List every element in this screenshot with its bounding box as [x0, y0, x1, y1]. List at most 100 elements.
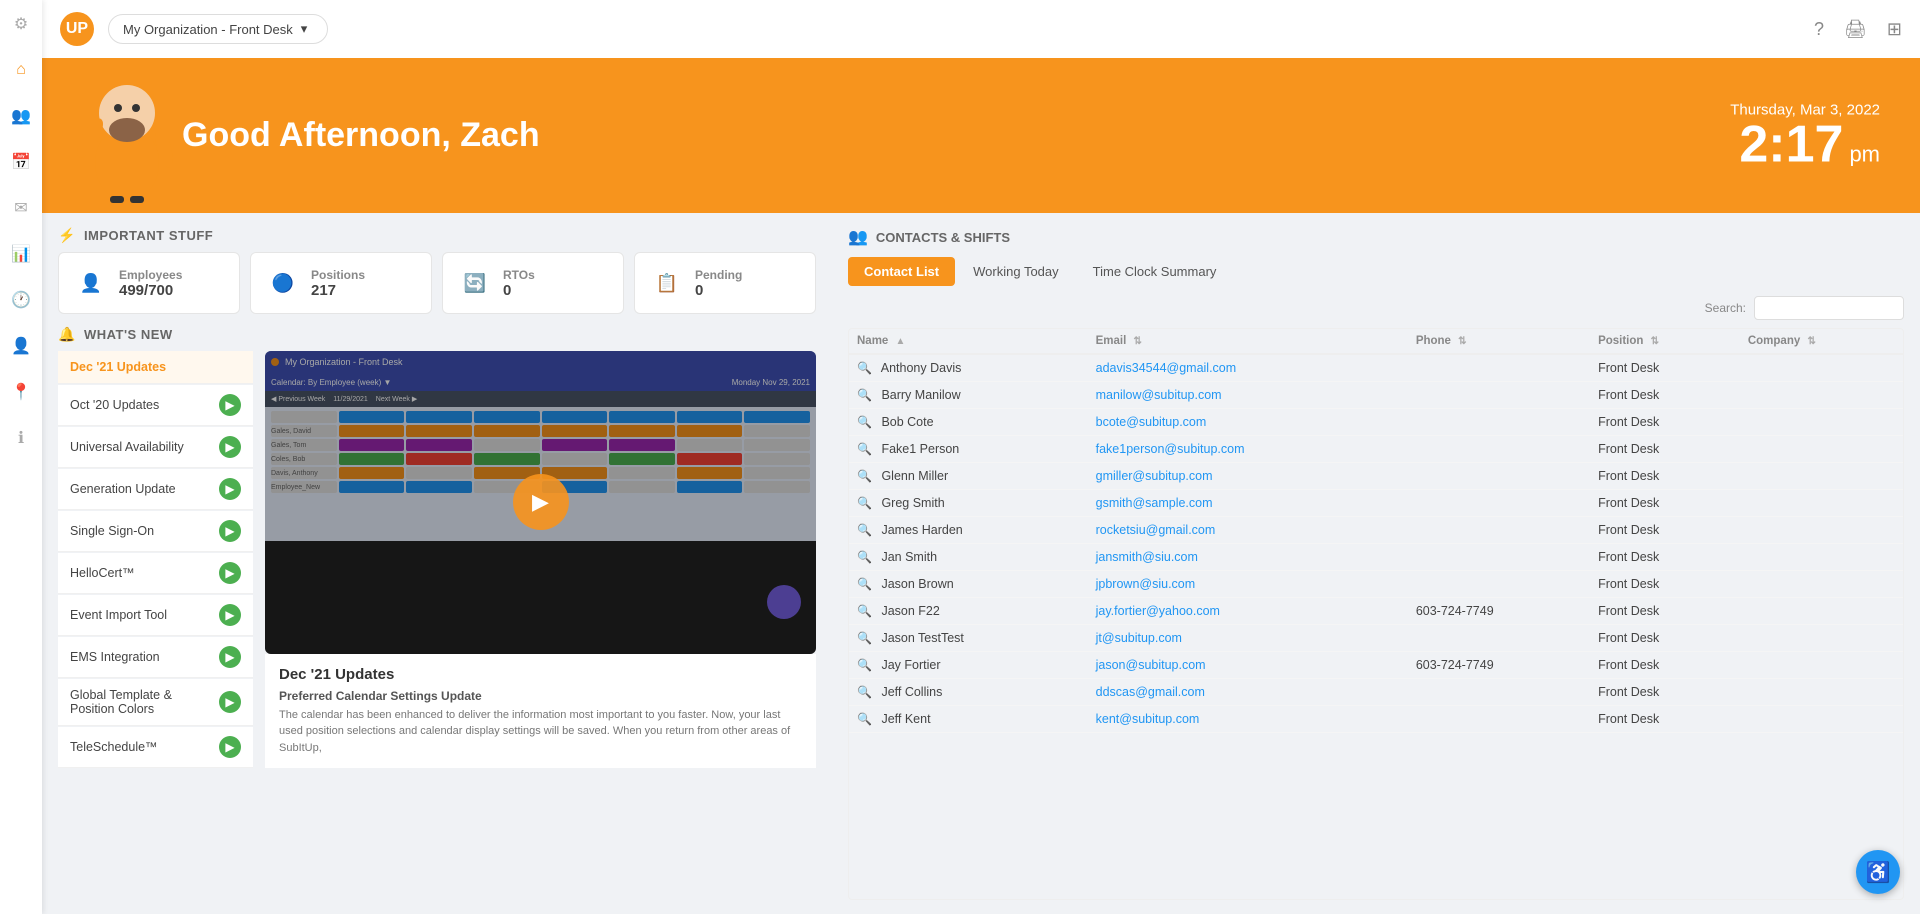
news-item-ems[interactable]: EMS Integration ▶: [58, 637, 253, 678]
contact-position: Front Desk: [1590, 409, 1740, 436]
sidebar-item-calendar[interactable]: 📅: [7, 148, 35, 176]
sidebar-item-settings[interactable]: ⚙: [7, 10, 35, 38]
sidebar-item-clock[interactable]: 🕐: [7, 286, 35, 314]
sidebar-item-mail[interactable]: ✉: [7, 194, 35, 222]
tab-working-today[interactable]: Working Today: [957, 257, 1075, 286]
sidebar-item-location[interactable]: 📍: [7, 378, 35, 406]
print-icon[interactable]: 🖨: [1844, 19, 1867, 40]
video-subtitle: Preferred Calendar Settings Update: [279, 689, 802, 703]
contact-email[interactable]: fake1person@subitup.com: [1096, 442, 1245, 456]
search-icon: 🔍: [857, 388, 872, 402]
news-video-area: My Organization - Front Desk Calendar: B…: [265, 351, 816, 768]
arrow-button[interactable]: ▶: [219, 562, 241, 584]
contact-phone: [1408, 436, 1590, 463]
contact-name: Fake1 Person: [881, 442, 959, 456]
contact-email[interactable]: manilow@subitup.com: [1096, 388, 1222, 402]
play-button[interactable]: ▶: [513, 474, 569, 530]
org-name: My Organization - Front Desk: [123, 22, 293, 37]
employees-label: Employees: [119, 268, 182, 282]
news-item-tele[interactable]: TeleSchedule™ ▶: [58, 727, 253, 768]
contact-email[interactable]: jansmith@siu.com: [1096, 550, 1198, 564]
contact-position: Front Desk: [1590, 679, 1740, 706]
arrow-button[interactable]: ▶: [219, 646, 241, 668]
col-name[interactable]: Name ▲: [849, 329, 1088, 354]
col-company[interactable]: Company ⇅: [1740, 329, 1903, 354]
contact-email[interactable]: jason@subitup.com: [1096, 658, 1206, 672]
news-item-generation[interactable]: Generation Update ▶: [58, 469, 253, 510]
news-item-hellocert[interactable]: HelloCert™ ▶: [58, 553, 253, 594]
stats-row: 👤 Employees 499/700 🔵 Positions 217: [58, 252, 816, 314]
hero-text: Good Afternoon, Zach: [182, 116, 1890, 155]
search-row: Search:: [848, 296, 1904, 320]
arrow-button[interactable]: ▶: [219, 478, 241, 500]
arrow-button[interactable]: ▶: [219, 520, 241, 542]
right-panel: 👥 CONTACTS & SHIFTS Contact List Working…: [832, 213, 1920, 914]
search-icon: 🔍: [857, 658, 872, 672]
col-phone[interactable]: Phone ⇅: [1408, 329, 1590, 354]
positions-icon: 🔵: [265, 265, 301, 301]
grid-icon[interactable]: ⊞: [1887, 19, 1902, 40]
contact-email[interactable]: jt@subitup.com: [1096, 631, 1182, 645]
topbar: UP My Organization - Front Desk ▾ ? 🖨 ⊞: [42, 0, 1920, 58]
contacts-icon: 👥: [848, 227, 868, 247]
contact-email[interactable]: kent@subitup.com: [1096, 712, 1200, 726]
hero-greeting: Good Afternoon, Zach: [182, 116, 1890, 155]
sort-icon: ⇅: [1807, 336, 1815, 347]
contact-table-body: 🔍 Anthony Davis adavis34544@gmail.com Fr…: [849, 354, 1903, 733]
news-item-sso[interactable]: Single Sign-On ▶: [58, 511, 253, 552]
whats-new-content: Dec '21 Updates Oct '20 Updates ▶ Univer…: [58, 351, 816, 768]
arrow-button[interactable]: ▶: [219, 604, 241, 626]
contact-email[interactable]: adavis34544@gmail.com: [1096, 361, 1237, 375]
contact-phone: [1408, 625, 1590, 652]
contact-position: Front Desk: [1590, 517, 1740, 544]
video-content: Dec '21 Updates Preferred Calendar Setti…: [265, 654, 816, 769]
news-item-label: Global Template & Position Colors: [70, 688, 219, 716]
col-position[interactable]: Position ⇅: [1590, 329, 1740, 354]
news-item-label: Single Sign-On: [70, 524, 154, 538]
contact-company: [1740, 354, 1903, 382]
news-item-universal[interactable]: Universal Availability ▶: [58, 427, 253, 468]
tab-contact-list[interactable]: Contact List: [848, 257, 955, 286]
org-selector[interactable]: My Organization - Front Desk ▾: [108, 14, 328, 44]
sidebar-item-info[interactable]: ℹ: [7, 424, 35, 452]
rtos-icon: 🔄: [457, 265, 493, 301]
help-icon[interactable]: ?: [1814, 19, 1824, 40]
news-item-event[interactable]: Event Import Tool ▶: [58, 595, 253, 636]
sidebar-item-chart[interactable]: 📊: [7, 240, 35, 268]
contact-email[interactable]: gmiller@subitup.com: [1096, 469, 1213, 483]
search-icon: 🔍: [857, 577, 872, 591]
sidebar-item-home[interactable]: ⌂: [7, 56, 35, 84]
accessibility-button[interactable]: ♿: [1856, 850, 1900, 894]
col-email[interactable]: Email ⇅: [1088, 329, 1408, 354]
contact-company: [1740, 544, 1903, 571]
sidebar-item-user[interactable]: 👤: [7, 332, 35, 360]
contact-name: Bob Cote: [881, 415, 933, 429]
contact-email[interactable]: bcote@subitup.com: [1096, 415, 1207, 429]
contact-email[interactable]: gsmith@sample.com: [1096, 496, 1213, 510]
video-title: Dec '21 Updates: [279, 666, 802, 683]
hero-banner: Good Afternoon, Zach Thursday, Mar 3, 20…: [42, 58, 1920, 213]
contact-name: Greg Smith: [881, 496, 944, 510]
sidebar-item-people[interactable]: 👥: [7, 102, 35, 130]
news-item-dec21[interactable]: Dec '21 Updates: [58, 351, 253, 384]
contact-email[interactable]: jpbrown@siu.com: [1096, 577, 1196, 591]
tab-time-clock[interactable]: Time Clock Summary: [1077, 257, 1233, 286]
contact-phone: [1408, 354, 1590, 382]
contact-email[interactable]: rocketsiu@gmail.com: [1096, 523, 1216, 537]
contact-phone: 603-724-7749: [1408, 598, 1590, 625]
arrow-button[interactable]: ▶: [219, 691, 241, 713]
arrow-button[interactable]: ▶: [219, 736, 241, 758]
contact-email[interactable]: ddscas@gmail.com: [1096, 685, 1205, 699]
news-item-oct20[interactable]: Oct '20 Updates ▶: [58, 385, 253, 426]
search-icon: 🔍: [857, 361, 872, 375]
contact-company: [1740, 679, 1903, 706]
arrow-button[interactable]: ▶: [219, 394, 241, 416]
contact-phone: [1408, 679, 1590, 706]
news-item-global[interactable]: Global Template & Position Colors ▶: [58, 679, 253, 726]
sidebar: ⚙ ⌂ 👥 📅 ✉ 📊 🕐 👤 📍 ℹ: [0, 0, 42, 914]
contact-position: Front Desk: [1590, 354, 1740, 382]
arrow-button[interactable]: ▶: [219, 436, 241, 458]
search-input[interactable]: [1754, 296, 1904, 320]
contact-email[interactable]: jay.fortier@yahoo.com: [1096, 604, 1220, 618]
contact-company: [1740, 598, 1903, 625]
